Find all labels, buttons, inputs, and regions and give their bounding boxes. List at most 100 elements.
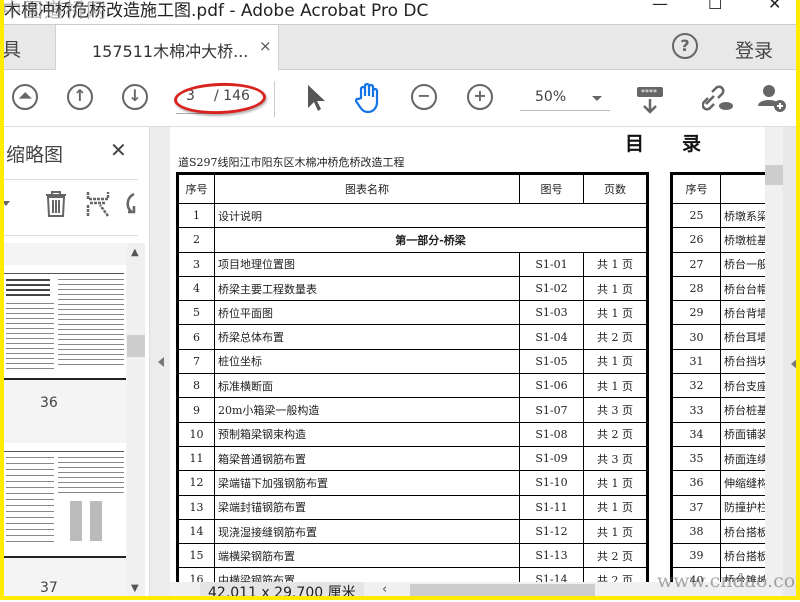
table-row: 16 中横梁钢筋布置 S1-14 共 2 页 bbox=[177, 567, 648, 582]
share-link-icon[interactable] bbox=[702, 84, 734, 112]
row-code: S1-09 bbox=[519, 445, 584, 472]
expand-right-pane-icon[interactable] bbox=[786, 359, 797, 369]
row-number: 11 bbox=[177, 445, 215, 472]
heading-char: 录 bbox=[682, 133, 702, 155]
row-pages: 共 1 页 bbox=[583, 373, 648, 399]
row-name: 桥台搭板 bbox=[720, 543, 765, 569]
scrollbar-thumb[interactable] bbox=[765, 165, 783, 185]
header-pages: 页数 bbox=[583, 173, 648, 204]
row-name: 梁端封锚钢筋布置 bbox=[214, 494, 520, 520]
close-panel-icon[interactable]: ✕ bbox=[110, 138, 127, 162]
row-number: 31 bbox=[671, 348, 721, 375]
contents-table-continued: 序号 25 桥墩系梁 26 桥墩桩基 27 桥台一般 28 桥台台帽 29 桥台背墙 30 桥台耳墙 3… bbox=[670, 172, 765, 582]
scroll-left-icon[interactable]: ‹ bbox=[382, 582, 387, 597]
row-number: 32 bbox=[671, 373, 721, 399]
tab-tools[interactable]: 具 bbox=[2, 35, 21, 62]
row-pages: 共 2 页 bbox=[583, 421, 648, 447]
add-user-icon[interactable] bbox=[756, 82, 788, 114]
thumbnail-page-37[interactable] bbox=[4, 443, 126, 558]
zoom-in-icon[interactable]: + bbox=[467, 84, 493, 110]
maximize-button[interactable]: ☐ bbox=[708, 0, 722, 13]
site-watermark: www.cndao.com bbox=[657, 570, 800, 592]
section-title: 第一部分-桥梁 bbox=[214, 227, 648, 253]
document-vertical-scrollbar[interactable] bbox=[765, 127, 783, 582]
document-view[interactable]: 目 录 道S297线阳江市阳东区木棉冲桥危桥改造工程 序号 图表名称 图号 页数… bbox=[170, 127, 765, 582]
row-code: S1-13 bbox=[519, 543, 584, 569]
trash-icon[interactable] bbox=[43, 190, 69, 218]
first-page-icon[interactable]: ⏶ bbox=[12, 84, 38, 110]
row-number: 2 bbox=[177, 227, 215, 253]
row-name: 桥墩桩基 bbox=[720, 227, 765, 253]
row-name: 桩位坐标 bbox=[214, 348, 520, 375]
login-button[interactable]: 登录 bbox=[735, 36, 773, 63]
table-row: 3 项目地理位置图 S1-01 共 1 页 bbox=[177, 251, 648, 277]
tab-bar: 具 157511木棉冲大桥... × ? 登录 bbox=[0, 25, 800, 70]
close-window-button[interactable]: ✕ bbox=[768, 0, 781, 13]
row-name: 端横梁钢筋布置 bbox=[214, 543, 520, 569]
zoom-level-dropdown[interactable]: 50% bbox=[520, 86, 610, 111]
row-number: 10 bbox=[177, 421, 215, 447]
row-code: S1-01 bbox=[519, 251, 584, 277]
row-pages: 共 2 页 bbox=[583, 567, 648, 582]
row-number: 8 bbox=[177, 373, 215, 399]
row-name: 桥台挡块 bbox=[720, 348, 765, 375]
minimize-button[interactable]: — bbox=[652, 0, 668, 13]
row-name: 现浇湿接缝钢筋布置 bbox=[214, 518, 520, 545]
row-code: S1-04 bbox=[519, 324, 584, 350]
title-bar: 木棉冲桥危桥改造施工图.pdf - Adobe Acrobat Pro DC 中… bbox=[0, 0, 800, 25]
thumbnail-scrollbar[interactable]: ▲ ▼ bbox=[127, 243, 145, 600]
row-pages: 共 1 页 bbox=[583, 518, 648, 545]
row-number: 36 bbox=[671, 470, 721, 496]
row-name: 中横梁钢筋布置 bbox=[214, 567, 520, 582]
panel-splitter[interactable] bbox=[150, 127, 170, 600]
header-code: 图号 bbox=[519, 173, 584, 204]
row-number: 5 bbox=[177, 300, 215, 326]
row-number: 14 bbox=[177, 518, 215, 545]
table-row: 38 桥台搭板 bbox=[671, 518, 765, 545]
extract-pages-icon[interactable] bbox=[86, 190, 110, 218]
help-icon[interactable]: ? bbox=[672, 33, 698, 59]
options-dropdown-icon[interactable] bbox=[2, 201, 10, 210]
row-pages: 共 3 页 bbox=[583, 445, 648, 472]
thumbnail-list[interactable]: 36 37 bbox=[0, 243, 127, 600]
table-row: 13 梁端封锚钢筋布置 S1-11 共 1 页 bbox=[177, 494, 648, 520]
table-row: 26 桥墩桩基 bbox=[671, 227, 765, 253]
zoom-out-icon[interactable]: − bbox=[411, 84, 437, 110]
hand-tool-icon[interactable] bbox=[355, 82, 383, 114]
row-name: 箱梁普通钢筋布置 bbox=[214, 445, 520, 472]
right-pane-toggle[interactable] bbox=[783, 127, 800, 600]
row-pages: 共 1 页 bbox=[583, 300, 648, 326]
row-name: 桥墩系梁 bbox=[720, 202, 765, 229]
collapse-panel-arrow-icon[interactable] bbox=[153, 357, 164, 367]
table-row: 39 桥台搭板 bbox=[671, 543, 765, 569]
table-row: 32 桥台支座 bbox=[671, 373, 765, 399]
table-row: 4 桥梁主要工程数量表 S1-02 共 1 页 bbox=[177, 275, 648, 302]
toolbar: ⏶ ↑ ↓ 3 / 146 − + 50% **** bbox=[0, 70, 800, 127]
row-name: 桥台搭板 bbox=[720, 518, 765, 545]
contents-table: 序号 图表名称 图号 页数 1 设计说明 2 第一部分-桥梁 3 项目地理位置图 S1-01… bbox=[176, 172, 649, 582]
row-number: 39 bbox=[671, 543, 721, 569]
row-name: 桥梁主要工程数量表 bbox=[214, 275, 520, 302]
page-display-download-icon[interactable]: **** bbox=[636, 86, 664, 114]
table-row: 29 桥台背墙 bbox=[671, 300, 765, 326]
tab-document[interactable]: 157511木棉冲大桥... × bbox=[55, 25, 279, 70]
thumbnail-page-36[interactable] bbox=[4, 265, 126, 380]
row-number: 29 bbox=[671, 300, 721, 326]
next-page-icon[interactable]: ↓ bbox=[122, 84, 148, 110]
table-row: 25 桥墩系梁 bbox=[671, 202, 765, 229]
row-name: 设计说明 bbox=[214, 202, 648, 229]
row-pages: 共 3 页 bbox=[583, 397, 648, 423]
table-row: 12 梁端锚下加强钢筋布置 S1-10 共 1 页 bbox=[177, 470, 648, 496]
previous-page-icon[interactable]: ↑ bbox=[67, 84, 93, 110]
row-number: 34 bbox=[671, 421, 721, 447]
scrollbar-thumb[interactable] bbox=[410, 584, 595, 598]
table-row: 34 桥面铺装 bbox=[671, 421, 765, 447]
row-number: 16 bbox=[177, 567, 215, 582]
row-name: 桥面连续 bbox=[720, 445, 765, 472]
tab-document-label: 157511木棉冲大桥... bbox=[92, 42, 249, 61]
select-tool-icon[interactable] bbox=[306, 84, 326, 112]
rotate-icon[interactable] bbox=[124, 192, 138, 216]
close-tab-icon[interactable]: × bbox=[259, 37, 272, 55]
row-pages: 共 1 页 bbox=[583, 348, 648, 375]
table-row: 2 第一部分-桥梁 bbox=[177, 227, 648, 253]
